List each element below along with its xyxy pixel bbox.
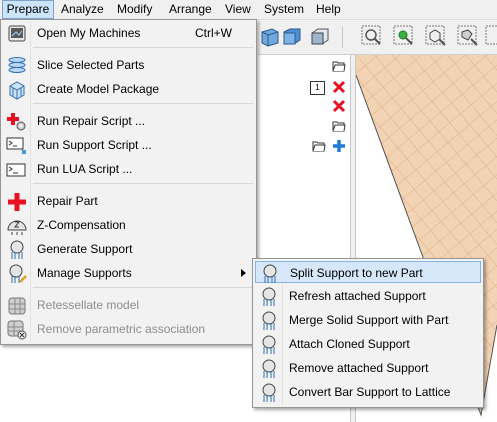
menu-separator (33, 103, 253, 104)
submenu-item-convert-bar-support[interactable]: Convert Bar Support to Lattice (255, 381, 481, 403)
menu-item-label: Z-Compensation (37, 218, 126, 232)
menu-item-label: Run Support Script ... (37, 138, 152, 152)
menu-item-run-support-script[interactable]: Run Support Script ... (3, 134, 254, 156)
folder-icon[interactable] (332, 119, 346, 133)
zoom-cube-icon[interactable] (424, 24, 448, 48)
menu-item-label: Repair Part (37, 194, 98, 208)
folder-icon[interactable] (312, 139, 326, 153)
menu-arrange[interactable]: Arrange (169, 0, 212, 19)
menu-modify[interactable]: Modify (117, 0, 152, 19)
delete-icon[interactable] (332, 80, 346, 94)
menu-item-open-my-machines[interactable]: Open My Machines Ctrl+W (3, 22, 254, 44)
support-item-icon (258, 335, 280, 355)
remove-parametric-icon (6, 320, 28, 340)
menu-item-manage-supports[interactable]: Manage Supports (3, 262, 254, 284)
menu-item-label: Refresh attached Support (289, 289, 426, 303)
menu-item-label: Remove parametric association (37, 322, 206, 336)
menu-item-run-lua-script[interactable]: Run LUA Script ... (3, 158, 254, 180)
menu-separator (33, 183, 253, 184)
manage-supports-submenu: Split Support to new Part Refresh attach… (252, 258, 484, 408)
menu-item-label: Open My Machines (37, 26, 141, 40)
menu-item-run-repair-script[interactable]: Run Repair Script ... (3, 110, 254, 132)
submenu-item-refresh-support[interactable]: Refresh attached Support (255, 285, 481, 307)
menu-item-label: Merge Solid Support with Part (289, 313, 449, 327)
cube-wire-icon[interactable] (308, 24, 332, 48)
menu-item-shortcut: Ctrl+W (195, 26, 232, 40)
menu-item-label: Slice Selected Parts (37, 58, 145, 72)
menu-item-label: Convert Bar Support to Lattice (289, 385, 451, 399)
menu-item-label: Remove attached Support (289, 361, 429, 375)
toolbar (258, 20, 497, 55)
generate-support-icon (6, 240, 28, 260)
menu-help[interactable]: Help (316, 0, 341, 19)
menu-item-label: Manage Supports (37, 266, 132, 280)
menu-separator (33, 287, 253, 288)
menu-item-label: Run LUA Script ... (37, 162, 133, 176)
support-item-icon (258, 383, 280, 403)
count-badge: 1 (310, 81, 325, 95)
menu-item-generate-support[interactable]: Generate Support (3, 238, 254, 260)
menu-item-remove-parametric-association[interactable]: Remove parametric association (3, 318, 254, 340)
menu-item-create-model-package[interactable]: Create Model Package (3, 78, 254, 100)
submenu-item-split-support[interactable]: Split Support to new Part (255, 261, 481, 283)
menu-item-label: Generate Support (37, 242, 133, 256)
support-item-icon (258, 311, 280, 331)
prepare-menu: Open My Machines Ctrl+W Slice Selected P… (0, 19, 257, 345)
retessellate-icon (6, 296, 28, 316)
cube-view-icon[interactable] (258, 24, 282, 48)
repair-cross-icon (6, 192, 28, 212)
cube-front-icon[interactable] (280, 24, 304, 48)
zoom-green-icon[interactable] (392, 24, 416, 48)
repair-script-icon (6, 112, 28, 132)
delete-icon[interactable] (332, 99, 346, 113)
support-item-icon (258, 287, 280, 307)
support-script-icon (6, 136, 28, 156)
menu-item-retessellate-model[interactable]: Retessellate model (3, 294, 254, 316)
zoom-extra-icon[interactable] (484, 24, 497, 48)
add-icon[interactable] (332, 139, 346, 153)
package-icon (6, 80, 28, 100)
menu-system[interactable]: System (264, 0, 304, 19)
submenu-item-attach-cloned-support[interactable]: Attach Cloned Support (255, 333, 481, 355)
submenu-item-remove-attached-support[interactable]: Remove attached Support (255, 357, 481, 379)
menu-prepare[interactable]: Prepare (2, 0, 54, 19)
menu-item-label: Create Model Package (37, 82, 160, 96)
menu-item-label: Retessellate model (37, 298, 140, 312)
menu-item-slice-selected-parts[interactable]: Slice Selected Parts (3, 54, 254, 76)
zoom-part-icon[interactable] (456, 24, 480, 48)
support-item-icon (258, 359, 280, 379)
menu-separator (33, 47, 253, 48)
menu-item-label: Split Support to new Part (290, 266, 423, 280)
submenu-item-merge-support[interactable]: Merge Solid Support with Part (255, 309, 481, 331)
menu-item-repair-part[interactable]: Repair Part (3, 190, 254, 212)
toolbar-separator (342, 26, 343, 48)
support-item-icon (259, 264, 281, 284)
machines-icon (6, 24, 28, 44)
manage-supports-icon (6, 264, 28, 284)
menu-item-label: Run Repair Script ... (37, 114, 146, 128)
slice-icon (6, 56, 28, 76)
menu-view[interactable]: View (225, 0, 251, 19)
menu-analyze[interactable]: Analyze (61, 0, 104, 19)
zoom-select-icon[interactable] (360, 24, 384, 48)
z-compensation-icon (6, 216, 28, 236)
menu-item-z-compensation[interactable]: Z-Compensation (3, 214, 254, 236)
folder-icon[interactable] (332, 59, 346, 73)
submenu-arrow-icon (241, 269, 246, 277)
menu-item-label: Attach Cloned Support (289, 337, 410, 351)
lua-script-icon (6, 160, 28, 180)
menu-bar: Prepare Analyze Modify Arrange View Syst… (0, 0, 497, 20)
